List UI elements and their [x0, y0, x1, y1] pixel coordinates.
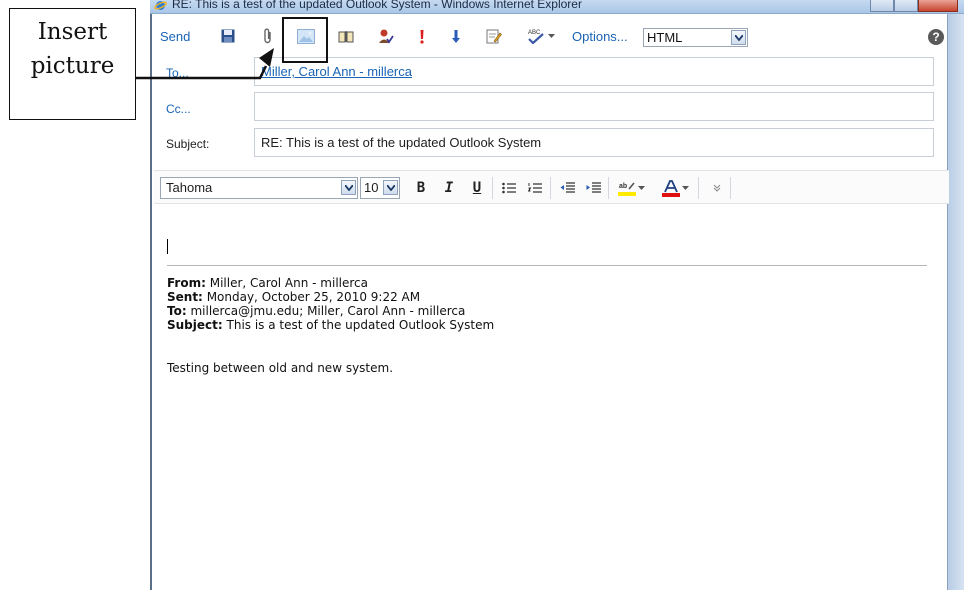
- font-color-icon[interactable]: [660, 177, 682, 199]
- font-family-value: Tahoma: [166, 180, 213, 195]
- font-size-select[interactable]: 10: [360, 177, 400, 199]
- message-body-editor[interactable]: From: Miller, Carol Ann - millerca Sent:…: [154, 206, 949, 590]
- internet-explorer-icon: [154, 1, 167, 10]
- spelling-dropdown-icon[interactable]: [546, 26, 556, 46]
- text-cursor: [167, 239, 168, 254]
- bullets-icon[interactable]: [498, 177, 520, 199]
- message-format-select[interactable]: HTML: [643, 28, 748, 47]
- to-field[interactable]: Miller, Carol Ann - millerca: [254, 57, 934, 86]
- svg-text:ABC: ABC: [528, 30, 541, 36]
- bold-button[interactable]: B: [410, 177, 432, 199]
- window-title: RE: This is a test of the updated Outloo…: [172, 0, 582, 11]
- more-options-icon[interactable]: [706, 177, 728, 199]
- message-format-value: HTML: [647, 30, 683, 45]
- signature-icon[interactable]: [484, 26, 504, 46]
- numbering-icon[interactable]: [524, 177, 546, 199]
- quoted-body: Testing between old and new system.: [167, 361, 394, 375]
- svg-text:ab: ab: [619, 183, 627, 190]
- quoted-header: From: Miller, Carol Ann - millerca Sent:…: [167, 276, 495, 332]
- cc-field[interactable]: [254, 92, 934, 121]
- quoted-from: Miller, Carol Ann - millerca: [209, 276, 369, 290]
- quoted-subject: This is a test of the updated Outlook Sy…: [226, 318, 495, 332]
- chevron-down-icon: [383, 180, 398, 195]
- high-importance-icon[interactable]: [412, 26, 432, 46]
- highlight-icon[interactable]: ab: [616, 177, 638, 199]
- maximize-button[interactable]: [894, 0, 918, 12]
- subject-label: Subject:: [166, 137, 210, 151]
- underline-button[interactable]: U: [466, 177, 488, 199]
- options-button[interactable]: Options...: [572, 26, 628, 46]
- font-family-select[interactable]: Tahoma: [160, 177, 358, 199]
- address-book-icon[interactable]: [336, 26, 356, 46]
- close-window-button[interactable]: [918, 0, 958, 12]
- chevron-down-icon: [731, 30, 746, 45]
- help-icon[interactable]: ?: [928, 29, 944, 45]
- highlight-dropdown-icon[interactable]: [636, 177, 646, 199]
- annotation-arrow: [136, 48, 274, 80]
- spelling-icon[interactable]: ABC: [526, 26, 546, 46]
- quoted-sent: Monday, October 25, 2010 9:22 AM: [206, 290, 421, 304]
- decrease-indent-icon[interactable]: [556, 177, 578, 199]
- font-size-value: 10: [364, 180, 379, 195]
- title-bar: RE: This is a test of the updated Outloo…: [150, 0, 964, 14]
- italic-button[interactable]: I: [438, 177, 460, 199]
- font-color-dropdown-icon[interactable]: [680, 177, 690, 199]
- increase-indent-icon[interactable]: [582, 177, 604, 199]
- chevron-down-icon: [341, 180, 356, 195]
- minimize-button[interactable]: [870, 0, 894, 12]
- reply-separator: [167, 265, 927, 266]
- annotation-highlight-box: [282, 17, 328, 63]
- subject-field[interactable]: RE: This is a test of the updated Outloo…: [254, 128, 934, 157]
- low-importance-icon[interactable]: [446, 26, 466, 46]
- quoted-to: millerca@jmu.edu; Miller, Carol Ann - mi…: [190, 304, 466, 318]
- formatting-toolbar: Tahoma 10 B I U ab: [154, 170, 949, 204]
- window-frame-right: [947, 14, 964, 590]
- annotation-callout: Insert picture: [9, 8, 136, 120]
- check-names-icon[interactable]: [376, 26, 396, 46]
